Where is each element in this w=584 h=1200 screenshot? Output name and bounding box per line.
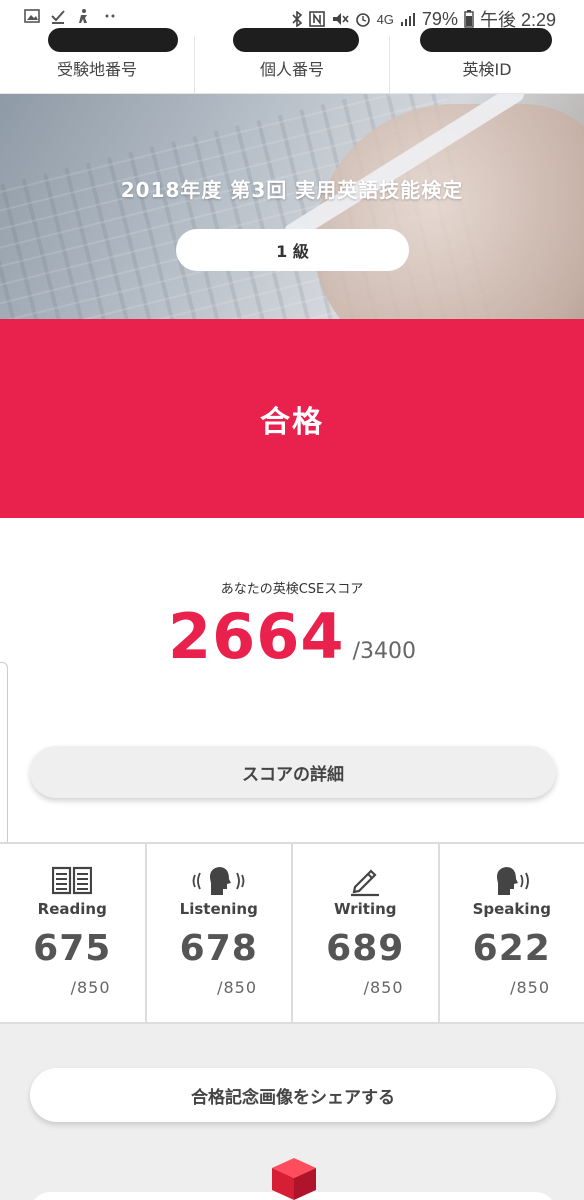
skill-score: 678 bbox=[179, 928, 258, 969]
redacted-value bbox=[233, 28, 359, 52]
skill-max: /850 bbox=[510, 978, 550, 997]
skill-listening: Listening 678 /850 bbox=[147, 844, 293, 1022]
skill-scores: Reading 675 /850 Listening 678 /850 Writ… bbox=[0, 842, 584, 1024]
skill-name: Speaking bbox=[472, 900, 551, 918]
redacted-value bbox=[420, 28, 552, 52]
network-type: 4G bbox=[376, 11, 394, 27]
red-cube-icon bbox=[272, 1158, 316, 1200]
skill-name: Listening bbox=[179, 900, 258, 918]
book-icon bbox=[52, 866, 93, 895]
pencil-icon bbox=[351, 869, 380, 897]
score-display: 2664 /3400 bbox=[0, 600, 584, 673]
share-pass-image-button[interactable]: 合格記念画像をシェアする bbox=[30, 1068, 556, 1122]
speaking-head-icon bbox=[496, 867, 529, 895]
redacted-value bbox=[48, 28, 178, 52]
skill-reading: Reading 675 /850 bbox=[0, 844, 147, 1022]
skill-max: /850 bbox=[217, 978, 257, 997]
skill-name: Reading bbox=[37, 900, 107, 918]
skill-max: /850 bbox=[363, 978, 404, 997]
skill-score: 622 bbox=[472, 928, 551, 969]
cse-score-max: /3400 bbox=[352, 639, 416, 664]
score-detail-button[interactable]: スコアの詳細 bbox=[30, 746, 556, 798]
eiken-id-label: 英検ID bbox=[462, 60, 512, 79]
skill-name: Writing bbox=[333, 900, 397, 918]
nfc-icon bbox=[308, 11, 325, 27]
skill-speaking: Speaking 622 /850 bbox=[440, 844, 584, 1022]
battery-percent: 79% bbox=[421, 8, 458, 29]
personal-number-cell: 個人番号 bbox=[195, 28, 390, 93]
mute-icon bbox=[332, 13, 349, 25]
eiken-id-cell: 英検ID bbox=[390, 28, 584, 93]
skill-writing: Writing 689 /850 bbox=[293, 844, 440, 1022]
listening-head-icon bbox=[192, 867, 245, 895]
result-banner: 合格 bbox=[0, 319, 584, 518]
skill-score: 689 bbox=[326, 928, 405, 969]
personal-number-label: 個人番号 bbox=[259, 60, 324, 79]
cse-score: 2664 bbox=[168, 600, 345, 673]
skill-max: /850 bbox=[70, 978, 111, 997]
accessibility-icon bbox=[79, 9, 87, 23]
bluetooth-icon bbox=[292, 11, 302, 27]
signal-icon bbox=[400, 13, 415, 26]
exam-title: 2018年度 第3回 実用英語技能検定 bbox=[120, 178, 464, 202]
more-dots-icon bbox=[105, 14, 115, 18]
hero-banner bbox=[0, 94, 584, 319]
image-icon bbox=[24, 9, 40, 23]
battery-icon bbox=[464, 10, 474, 28]
id-header: 受験地番号 個人番号 英検ID bbox=[0, 28, 584, 94]
exam-site-label: 受験地番号 bbox=[56, 60, 137, 79]
exam-site-cell: 受験地番号 bbox=[0, 28, 195, 93]
score-caption: あなたの英検CSEスコア bbox=[220, 582, 364, 597]
skill-score: 675 bbox=[33, 928, 112, 969]
result-status: 合格 bbox=[260, 404, 324, 440]
grade-badge: 1 級 bbox=[176, 229, 409, 271]
check-download-icon bbox=[51, 10, 65, 24]
alarm-icon bbox=[355, 13, 370, 27]
